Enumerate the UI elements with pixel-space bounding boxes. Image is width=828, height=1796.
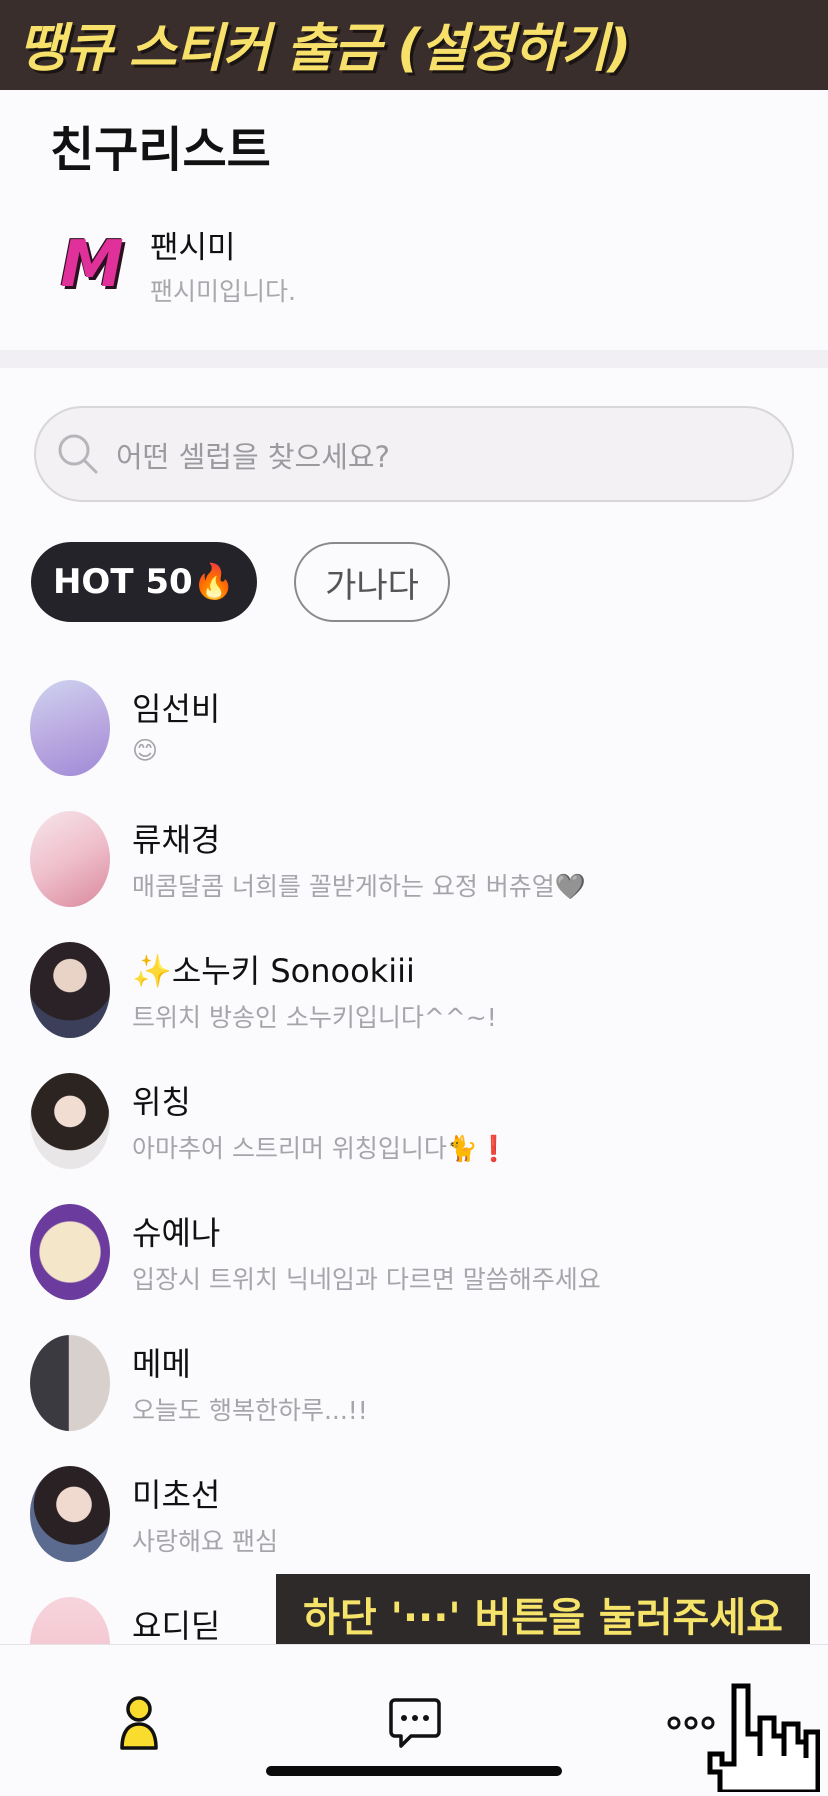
avatar	[30, 1335, 110, 1431]
celeb-name: 메메	[132, 1345, 191, 1383]
celeb-name: 요디딛	[132, 1607, 221, 1645]
list-item[interactable]: 임선비 😊	[30, 676, 790, 786]
hot50-filter-chip[interactable]: HOT 50🔥	[31, 542, 257, 622]
fansime-logo: M	[50, 210, 134, 320]
celeb-name: 미초선	[132, 1476, 221, 1514]
celeb-status: 사랑해요 팬심	[132, 1527, 278, 1556]
tab-friends[interactable]	[94, 1685, 184, 1765]
section-title: 친구리스트	[50, 122, 271, 178]
search-icon	[56, 432, 100, 480]
person-icon	[116, 1694, 162, 1756]
instruction-caption: 하단 '···' 버튼을 눌러주세요	[276, 1574, 810, 1654]
celeb-name: 위칭	[132, 1083, 191, 1121]
avatar	[30, 1073, 110, 1169]
celeb-name: 슈예나	[132, 1214, 221, 1252]
celeb-status: 트위치 방송인 소누키입니다^^~!	[132, 1003, 497, 1032]
list-item[interactable]: 위칭 아마추어 스트리머 위칭입니다🐈❗	[30, 1069, 790, 1179]
list-item[interactable]: 메메 오늘도 행복한하루...!!	[30, 1331, 790, 1441]
banner-title: 땡큐 스티커 출금 (설정하기)	[18, 19, 631, 79]
friend-status: 팬시미입니다.	[150, 277, 296, 306]
avatar	[30, 680, 110, 776]
celeb-status: 오늘도 행복한하루...!!	[132, 1396, 368, 1425]
avatar	[30, 1466, 110, 1562]
avatar	[30, 942, 110, 1038]
list-item[interactable]: 류채경 매콤달콤 너희를 꼴받게하는 요정 버츄얼🩶	[30, 807, 790, 917]
pointing-hand-icon	[690, 1680, 821, 1796]
section-divider	[0, 350, 828, 368]
top-banner: 땡큐 스티커 출금 (설정하기)	[0, 0, 828, 90]
search-placeholder: 어떤 셀럽을 찾으세요?	[116, 440, 390, 474]
tab-chat[interactable]	[370, 1685, 460, 1765]
celeb-status: 입장시 트위치 닉네임과 다르면 말씀해주세요	[132, 1265, 601, 1294]
logo-letter: M	[60, 228, 124, 302]
friend-name: 팬시미	[150, 230, 236, 266]
celeb-status: 매콤달콤 너희를 꼴받게하는 요정 버츄얼🩶	[132, 872, 586, 901]
friend-list-section: 친구리스트 M 팬시미 팬시미입니다.	[0, 90, 828, 352]
avatar	[30, 1204, 110, 1300]
celeb-name: 임선비	[132, 690, 221, 728]
list-item[interactable]: ✨소누키 Sonookiii 트위치 방송인 소누키입니다^^~!	[30, 938, 790, 1048]
celeb-name: ✨소누키 Sonookiii	[132, 952, 415, 990]
alphabetical-filter-chip[interactable]: 가나다	[294, 542, 450, 622]
caption-text: 하단 '···' 버튼을 눌러주세요	[303, 1595, 783, 1641]
chat-bubble-icon	[389, 1696, 441, 1754]
avatar	[30, 811, 110, 907]
list-item[interactable]: 미초선 사랑해요 팬심	[30, 1462, 790, 1572]
friend-item[interactable]: M 팬시미 팬시미입니다.	[50, 210, 790, 320]
list-item[interactable]: 슈예나 입장시 트위치 닉네임과 다르면 말씀해주세요	[30, 1200, 790, 1310]
celeb-status: 아마추어 스트리머 위칭입니다🐈❗	[132, 1134, 510, 1163]
celeb-name: 류채경	[132, 821, 221, 859]
celeb-status: 😊	[132, 736, 159, 765]
home-indicator	[266, 1766, 562, 1776]
search-input[interactable]: 어떤 셀럽을 찾으세요?	[34, 406, 794, 502]
